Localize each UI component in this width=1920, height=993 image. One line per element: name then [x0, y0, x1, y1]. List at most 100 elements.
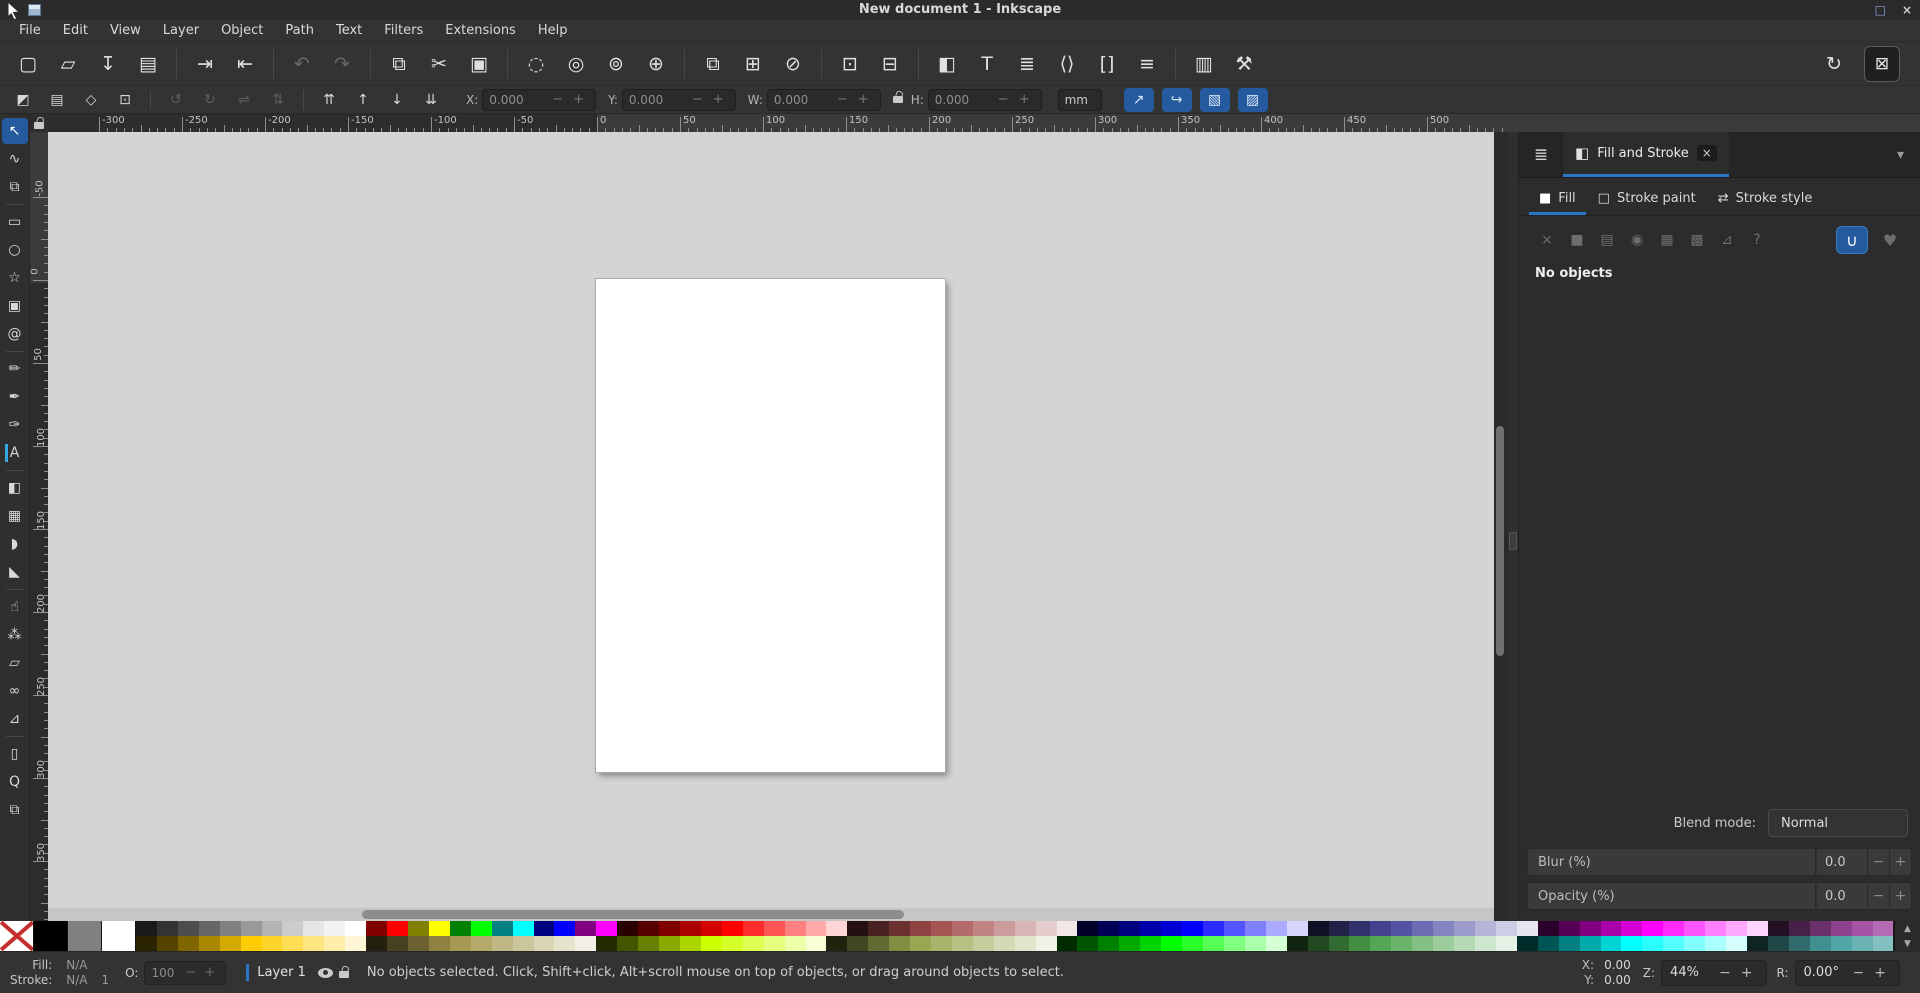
w-minus-button[interactable]: −: [832, 92, 853, 107]
paint-bucket-tool[interactable]: ◣: [2, 559, 28, 585]
zoom-spinbox[interactable]: 44% − +: [1661, 959, 1767, 986]
palette-swatch[interactable]: [240, 936, 262, 951]
palette-swatch[interactable]: [1161, 921, 1183, 936]
palette-swatch[interactable]: [1328, 936, 1350, 951]
paint-pattern-icon[interactable]: ▦: [1653, 228, 1681, 252]
menu-path[interactable]: Path: [274, 20, 325, 42]
opacity-value[interactable]: 0.0: [1816, 882, 1868, 910]
unit-select[interactable]: mm: [1057, 88, 1102, 111]
palette-swatch[interactable]: [1223, 921, 1245, 936]
layers-dialog-icon[interactable]: ≣: [1009, 47, 1045, 81]
palette-swatch[interactable]: [1454, 936, 1475, 951]
fill-rule-nonzero[interactable]: ♥: [1874, 226, 1906, 254]
palette-swatch[interactable]: [136, 921, 157, 936]
palette-swatch[interactable]: [491, 921, 513, 936]
spiral-tool[interactable]: @: [2, 321, 28, 347]
palette-swatch[interactable]: [700, 936, 722, 951]
palette-swatch[interactable]: [847, 936, 869, 951]
palette-swatch[interactable]: [407, 921, 429, 936]
palette-swatch[interactable]: [1286, 936, 1308, 951]
palette-swatch[interactable]: [1579, 921, 1601, 936]
palette-swatch[interactable]: [659, 936, 680, 951]
spray-tool[interactable]: ⁂: [2, 622, 28, 648]
palette-swatch[interactable]: [177, 936, 199, 951]
palette-swatch[interactable]: [1433, 936, 1455, 951]
palette-swatch[interactable]: [1788, 921, 1810, 936]
dropper-tool[interactable]: ◗: [2, 531, 28, 557]
palette-swatch[interactable]: [1830, 936, 1852, 951]
palette-swatch[interactable]: [428, 921, 450, 936]
selector-tool[interactable]: ↖: [1, 118, 28, 144]
select-all-icon[interactable]: ◩: [9, 88, 37, 112]
palette-swatch[interactable]: [951, 921, 973, 936]
palette-swatch[interactable]: [1746, 921, 1768, 936]
zoom-page-width-icon[interactable]: ⊕: [638, 47, 674, 81]
palette-swatch[interactable]: [512, 936, 534, 951]
palette-swatch[interactable]: [951, 936, 973, 951]
align-distribute-dialog-icon[interactable]: ≡: [1129, 47, 1165, 81]
palette-swatch[interactable]: [1328, 921, 1350, 936]
palette-swatch[interactable]: [1516, 921, 1538, 936]
lower-icon[interactable]: ↓: [383, 88, 411, 112]
palette-swatch[interactable]: [1558, 921, 1580, 936]
palette-swatch[interactable]: [1495, 921, 1517, 936]
palette-swatch[interactable]: [1077, 936, 1099, 951]
raise-icon[interactable]: ↑: [349, 88, 377, 112]
palette-swatch[interactable]: [596, 936, 618, 951]
tab-stroke-style[interactable]: ⇄ Stroke style: [1708, 186, 1823, 215]
palette-swatch[interactable]: [261, 936, 283, 951]
vertical-ruler[interactable]: -50 0 50 100 150 200 250 300 350: [30, 132, 48, 921]
palette-swatch[interactable]: [700, 921, 722, 936]
x-plus-button[interactable]: +: [568, 92, 589, 107]
palette-swatch[interactable]: [575, 936, 597, 951]
palette-swatch[interactable]: [1140, 936, 1162, 951]
zoom-drawing-icon[interactable]: ◎: [558, 47, 594, 81]
palette-swatch[interactable]: [156, 936, 178, 951]
palette-swatch[interactable]: [491, 936, 513, 951]
palette-swatch[interactable]: [1851, 921, 1873, 936]
paint-mesh-icon[interactable]: ⊿: [1713, 228, 1741, 252]
paint-linear-gradient-icon[interactable]: ▤: [1593, 228, 1621, 252]
palette-swatch[interactable]: [240, 921, 262, 936]
palette-swatch[interactable]: [596, 921, 618, 936]
tab-fill[interactable]: ■ Fill: [1529, 186, 1586, 215]
palette-swatch[interactable]: [1726, 921, 1747, 936]
fill-stroke-tab[interactable]: ◧ Fill and Stroke ×: [1563, 132, 1729, 177]
scale-stroke-toggle[interactable]: ↗: [1123, 87, 1154, 112]
paint-unknown-icon[interactable]: ?: [1743, 228, 1771, 252]
palette-swatch[interactable]: [219, 936, 241, 951]
palette-swatch[interactable]: [826, 921, 848, 936]
palette-swatch[interactable]: [784, 921, 806, 936]
document-page[interactable]: [595, 278, 946, 773]
palette-swatch[interactable]: [1182, 936, 1204, 951]
star-tool[interactable]: ☆: [2, 265, 28, 291]
palette-swatch[interactable]: [449, 936, 471, 951]
palette-swatch[interactable]: [679, 936, 701, 951]
palette-swatch[interactable]: [659, 921, 680, 936]
palette-swatch[interactable]: [1223, 936, 1245, 951]
palette-swatch[interactable]: [1684, 921, 1706, 936]
snap-options-icon[interactable]: ↻: [1816, 47, 1852, 81]
palette-swatch[interactable]: [868, 936, 890, 951]
palette-swatch[interactable]: [512, 921, 534, 936]
rotation-spinbox[interactable]: 0.00° − +: [1794, 959, 1900, 986]
palette-swatch[interactable]: [1537, 936, 1559, 951]
cut-icon[interactable]: ✂: [421, 47, 457, 81]
palette-swatch[interactable]: [638, 936, 660, 951]
y-field[interactable]: 0.000 − +: [621, 88, 736, 111]
box-3d-tool[interactable]: ▣: [2, 293, 28, 319]
palette-swatch[interactable]: [407, 936, 429, 951]
gradient-tool[interactable]: ◧: [2, 475, 28, 501]
palette-swatch[interactable]: [1412, 936, 1434, 951]
pencil-tool[interactable]: ✏: [2, 356, 28, 382]
vertical-scrollbar-thumb[interactable]: [1496, 426, 1504, 656]
palette-swatch[interactable]: [261, 921, 283, 936]
rotation-minus[interactable]: −: [1848, 965, 1870, 981]
palette-swatch[interactable]: [931, 936, 952, 951]
palette-swatch[interactable]: [826, 936, 848, 951]
palette-scroll-up-icon[interactable]: ▲: [1895, 921, 1920, 936]
palette-swatch[interactable]: [282, 921, 304, 936]
palette-swatch[interactable]: [784, 936, 806, 951]
palette-swatch[interactable]: [1684, 936, 1706, 951]
palette-swatch[interactable]: [1265, 936, 1287, 951]
